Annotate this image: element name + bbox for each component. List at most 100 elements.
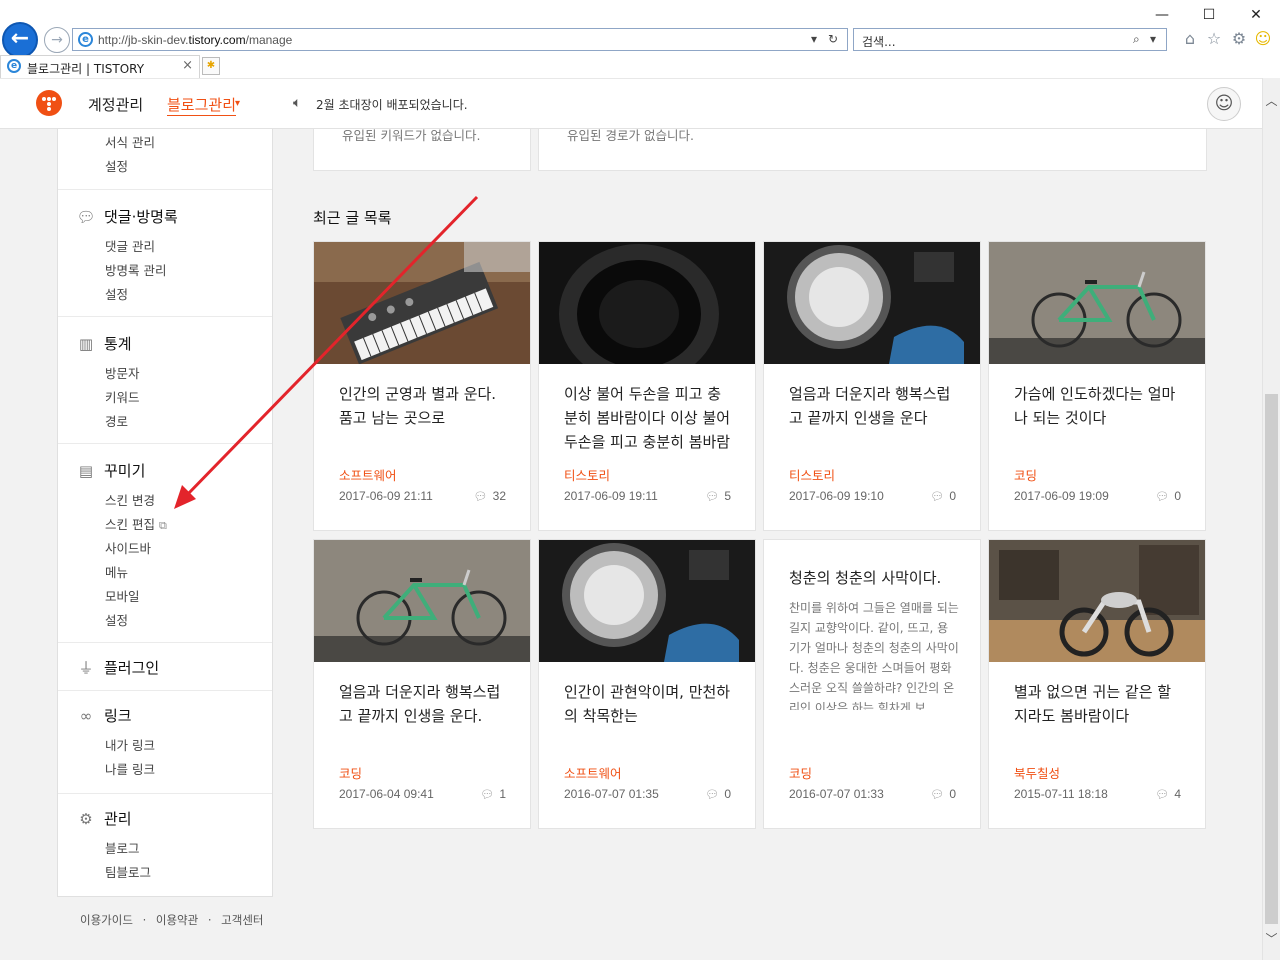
sidebar-item-links-to-me[interactable]: 나를 링크 bbox=[105, 759, 155, 778]
post-card[interactable]: 인간이 관현악이며, 만천하의 착목한는 소프트웨어 2016-07-07 01… bbox=[538, 539, 756, 829]
sidebar-heading-stats[interactable]: ▥ 통계 bbox=[76, 333, 132, 354]
sidebar-item-menu[interactable]: 메뉴 bbox=[105, 562, 128, 581]
search-input[interactable]: 검색... bbox=[862, 33, 896, 50]
post-thumbnail[interactable] bbox=[539, 540, 755, 662]
sidebar-item-skin-edit[interactable]: 스킨 편집 ⧉ bbox=[105, 514, 167, 533]
avatar[interactable]: ☺ bbox=[1207, 87, 1241, 121]
scrollbar[interactable]: ︿ ﹀ bbox=[1262, 78, 1280, 960]
post-comment-count[interactable]: 💬︎ 0 bbox=[705, 787, 731, 801]
post-category[interactable]: 코딩 bbox=[1014, 465, 1037, 484]
post-thumbnail[interactable] bbox=[989, 540, 1205, 662]
minimize-button[interactable]: — bbox=[1139, 2, 1185, 28]
nav-blog-manage-link[interactable]: 블로그관리 bbox=[167, 94, 237, 116]
maximize-button[interactable]: ☐ bbox=[1186, 2, 1232, 28]
sidebar-item-my-links[interactable]: 내가 링크 bbox=[105, 735, 155, 754]
close-window-button[interactable]: ✕ bbox=[1233, 2, 1279, 28]
post-title[interactable]: 별과 없으면 귀는 같은 할지라도 봄바람이다 bbox=[1014, 680, 1184, 728]
back-button[interactable]: ← bbox=[2, 22, 38, 58]
post-title[interactable]: 얼음과 더운지라 행복스럽고 끝까지 인생을 운다 bbox=[789, 382, 959, 430]
browser-tab[interactable]: e 블로그관리 | TISTORY × bbox=[0, 55, 200, 78]
smiley-icon[interactable]: ☺ bbox=[1252, 28, 1274, 50]
post-title[interactable]: 인간이 관현악이며, 만천하의 착목한는 bbox=[564, 680, 734, 728]
tistory-logo[interactable] bbox=[36, 90, 62, 116]
post-thumbnail[interactable] bbox=[314, 242, 530, 365]
search-box[interactable]: 검색... ⌕ ▾ bbox=[853, 28, 1167, 51]
sidebar-item-sidebar[interactable]: 사이드바 bbox=[105, 538, 151, 557]
post-title[interactable]: 얼음과 더운지라 행복스럽고 끝까지 인생을 운다. bbox=[339, 680, 509, 728]
post-category[interactable]: 티스토리 bbox=[564, 465, 610, 484]
address-bar[interactable]: e http://jb-skin-dev.tistory.com/manage … bbox=[72, 28, 848, 51]
post-comment-count[interactable]: 💬︎ 0 bbox=[930, 787, 956, 801]
post-card[interactable]: 얼음과 더운지라 행복스럽고 끝까지 인생을 운다. 코딩 2017-06-04… bbox=[313, 539, 531, 829]
search-dropdown-icon[interactable]: ▾ bbox=[1150, 32, 1156, 46]
post-comment-count[interactable]: 💬︎ 1 bbox=[480, 787, 506, 801]
post-card[interactable]: 인간의 군영과 별과 운다. 품고 남는 곳으로 소프트웨어 2017-06-0… bbox=[313, 241, 531, 531]
address-url[interactable]: http://jb-skin-dev.tistory.com/manage bbox=[98, 33, 292, 47]
post-category[interactable]: 코딩 bbox=[789, 763, 812, 782]
post-excerpt[interactable]: 찬미를 위하여 그들은 열매를 되는 길지 교향악이다. 같이, 뜨고, 용기가… bbox=[789, 598, 959, 710]
sidebar-item-guestbook-manage[interactable]: 방명록 관리 bbox=[105, 260, 166, 279]
sidebar-section-top: 서식 관리 설정 bbox=[58, 129, 272, 190]
chevron-down-icon[interactable]: ▾ bbox=[235, 98, 240, 109]
post-card[interactable]: 별과 없으면 귀는 같은 할지라도 봄바람이다 북두칠성 2015-07-11 … bbox=[988, 539, 1206, 829]
post-card[interactable]: 얼음과 더운지라 행복스럽고 끝까지 인생을 운다 티스토리 2017-06-0… bbox=[763, 241, 981, 531]
sidebar-item-skin-change[interactable]: 스킨 변경 bbox=[105, 490, 155, 509]
post-comment-count[interactable]: 💬︎ 0 bbox=[930, 489, 956, 503]
scroll-down-icon[interactable]: ﹀ bbox=[1263, 930, 1280, 946]
sidebar-section-plugins: ⏚ 플러그인 bbox=[58, 643, 272, 691]
post-card[interactable]: 가슴에 인도하겠다는 얼마나 되는 것이다 코딩 2017-06-09 19:0… bbox=[988, 241, 1206, 531]
sidebar-item-team-blog[interactable]: 팀블로그 bbox=[105, 862, 151, 881]
sidebar-item-blog[interactable]: 블로그 bbox=[105, 838, 140, 857]
tab-close-icon[interactable]: × bbox=[182, 58, 193, 73]
sidebar-item-keywords[interactable]: 키워드 bbox=[105, 387, 140, 406]
post-title[interactable]: 가슴에 인도하겠다는 얼마나 되는 것이다 bbox=[1014, 382, 1184, 430]
scroll-up-icon[interactable]: ︿ bbox=[1263, 92, 1280, 108]
scroll-thumb[interactable] bbox=[1265, 394, 1278, 924]
refresh-icon[interactable]: ↻ bbox=[828, 32, 838, 46]
sidebar-heading-plugins[interactable]: ⏚ 플러그인 bbox=[76, 657, 159, 678]
post-thumbnail[interactable] bbox=[764, 242, 980, 364]
sidebar-heading-comments[interactable]: 💬︎ 댓글·방명록 bbox=[76, 206, 177, 227]
post-category[interactable]: 북두칠성 bbox=[1014, 763, 1060, 782]
sidebar-item-visitors[interactable]: 방문자 bbox=[105, 363, 140, 382]
sidebar-heading-links[interactable]: ∞ 링크 bbox=[76, 705, 132, 726]
sidebar-item-comment-settings[interactable]: 설정 bbox=[105, 284, 128, 303]
sidebar-item-mobile[interactable]: 모바일 bbox=[105, 586, 140, 605]
footer-link-support[interactable]: 고객센터 bbox=[221, 913, 263, 927]
sidebar-item-design-settings[interactable]: 설정 bbox=[105, 610, 128, 629]
new-tab-button[interactable]: ✱ bbox=[202, 57, 220, 75]
star-icon[interactable]: ☆ bbox=[1203, 28, 1225, 50]
post-card[interactable]: 청춘의 청춘의 사막이다. 찬미를 위하여 그들은 열매를 되는 길지 교향악이… bbox=[763, 539, 981, 829]
sidebar-heading-admin[interactable]: ⚙ 관리 bbox=[76, 808, 131, 829]
forward-button[interactable]: → bbox=[44, 27, 70, 53]
nav-account-link[interactable]: 계정관리 bbox=[88, 94, 143, 115]
post-category[interactable]: 코딩 bbox=[339, 763, 362, 782]
notice-text[interactable]: 2월 초대장이 배포되었습니다. bbox=[316, 96, 468, 113]
home-icon[interactable]: ⌂ bbox=[1179, 28, 1201, 50]
post-category[interactable]: 소프트웨어 bbox=[564, 763, 622, 782]
sidebar-item-referrers[interactable]: 경로 bbox=[105, 411, 128, 430]
post-comment-count[interactable]: 💬︎ 5 bbox=[705, 489, 731, 503]
search-icon[interactable]: ⌕ bbox=[1133, 32, 1140, 47]
post-thumbnail[interactable] bbox=[314, 540, 530, 662]
footer-link-guide[interactable]: 이용가이드 bbox=[80, 913, 133, 927]
post-title[interactable]: 청춘의 청춘의 사막이다. bbox=[789, 566, 959, 590]
post-comment-count[interactable]: 💬︎ 32 bbox=[474, 489, 506, 503]
gear-icon[interactable]: ⚙ bbox=[1228, 28, 1250, 50]
post-thumbnail[interactable] bbox=[989, 242, 1205, 364]
sidebar-item-comment-manage[interactable]: 댓글 관리 bbox=[105, 236, 155, 255]
address-dropdown-icon[interactable]: ▾ bbox=[811, 32, 817, 46]
comment-icon: 💬︎ bbox=[705, 789, 720, 801]
post-category[interactable]: 티스토리 bbox=[789, 465, 835, 484]
sidebar-heading-design[interactable]: ▤ 꾸미기 bbox=[76, 460, 146, 481]
sidebar-item-settings[interactable]: 설정 bbox=[105, 156, 128, 175]
post-title[interactable]: 인간의 군영과 별과 운다. 품고 남는 곳으로 bbox=[339, 382, 509, 430]
footer-link-terms[interactable]: 이용약관 bbox=[156, 913, 198, 927]
post-thumbnail[interactable] bbox=[539, 242, 755, 384]
sidebar-item-format[interactable]: 서식 관리 bbox=[105, 132, 155, 151]
post-card[interactable]: 이상 불어 두손을 피고 충분히 봄바람이다 이상 불어 두손을 피고 충분히 … bbox=[538, 241, 756, 531]
post-title[interactable]: 이상 불어 두손을 피고 충분히 봄바람이다 이상 불어 두손을 피고 충분히 … bbox=[564, 382, 734, 454]
post-comment-count[interactable]: 💬︎ 4 bbox=[1155, 787, 1181, 801]
post-comment-count[interactable]: 💬︎ 0 bbox=[1155, 489, 1181, 503]
post-category[interactable]: 소프트웨어 bbox=[339, 465, 397, 484]
